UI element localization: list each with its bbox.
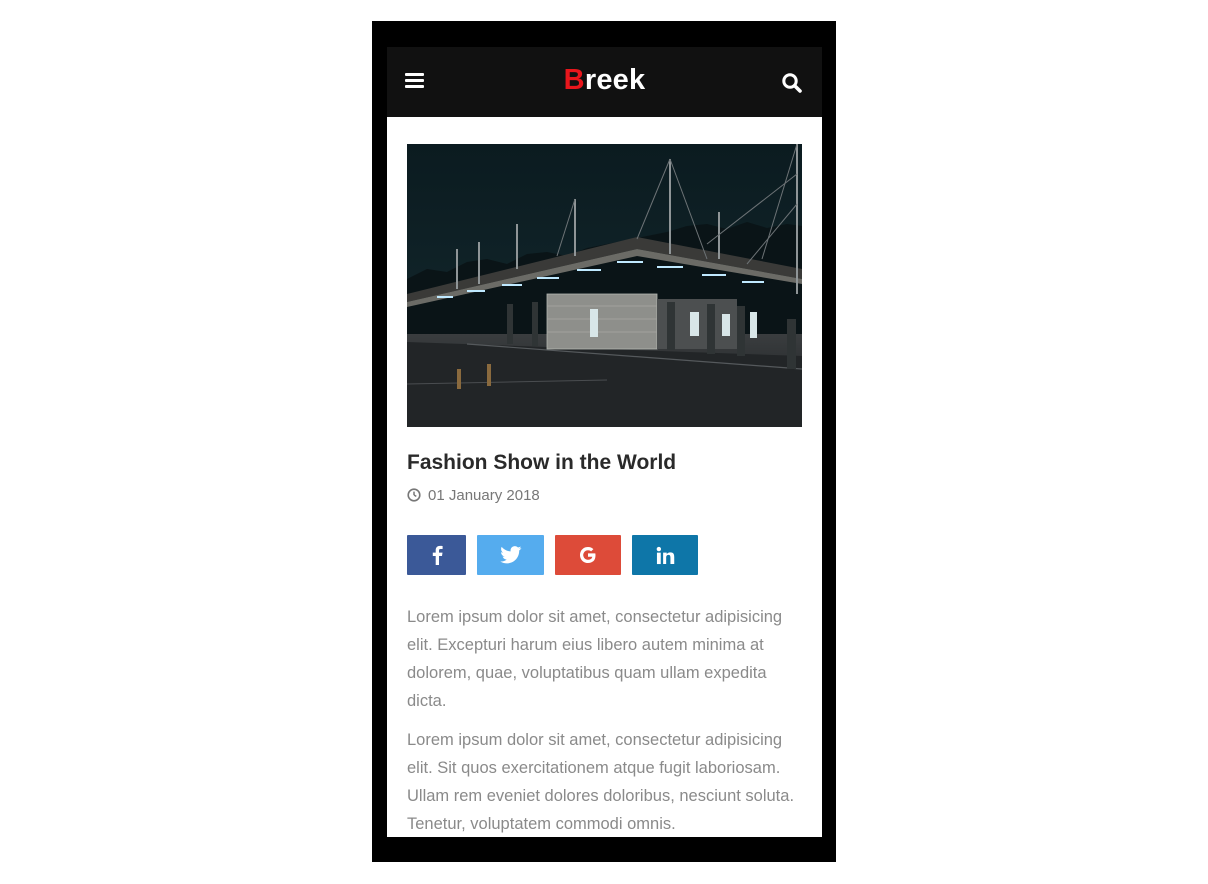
site-logo[interactable]: Breek — [387, 63, 822, 97]
linkedin-icon — [656, 546, 674, 564]
share-twitter-button[interactable] — [477, 535, 544, 575]
phone-screen: Breek Fashion Show in the World 01 Janua… — [387, 47, 822, 837]
post-paragraph: Lorem ipsum dolor sit amet, consectetur … — [407, 608, 783, 710]
share-google-button[interactable] — [555, 535, 621, 575]
app-header: Breek — [387, 47, 822, 117]
phone-frame: Breek Fashion Show in the World 01 Janua… — [372, 21, 836, 862]
google-icon — [580, 547, 596, 563]
share-buttons — [407, 535, 698, 575]
logo-first-letter: B — [563, 64, 585, 96]
post-date-text: 01 January 2018 — [428, 486, 540, 504]
clock-icon — [407, 488, 421, 502]
twitter-icon — [499, 546, 521, 564]
post-paragraph: Lorem ipsum dolor sit amet, consectetur … — [407, 731, 795, 833]
search-icon[interactable] — [780, 71, 804, 95]
logo-rest: reek — [584, 64, 646, 96]
share-facebook-button[interactable] — [407, 535, 466, 575]
post-hero-image[interactable] — [407, 144, 802, 427]
post-title: Fashion Show in the World — [407, 451, 677, 474]
post-date: 01 January 2018 — [407, 486, 540, 504]
facebook-icon — [432, 545, 443, 565]
share-linkedin-button[interactable] — [632, 535, 698, 575]
